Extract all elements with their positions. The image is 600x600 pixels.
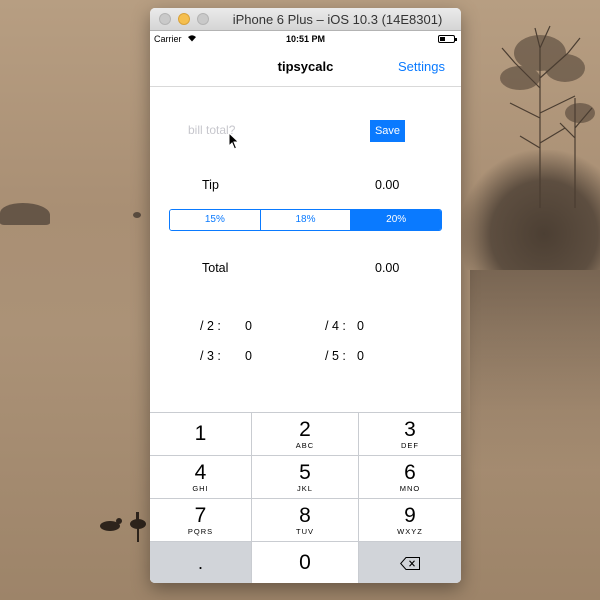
background-ducks (100, 512, 146, 542)
mouse-pointer-icon (228, 132, 240, 150)
key-9[interactable]: 9 WXYZ (359, 499, 461, 541)
number-keypad: 1 2 ABC 3 DEF 4 GHI 5 JKL 6 MNO 7 PQRS 8… (150, 412, 461, 583)
split-by-5-label: / 5 : (325, 349, 346, 363)
navigation-bar: tipsycalc Settings (150, 47, 461, 87)
key-1[interactable]: 1 (150, 413, 251, 455)
tip-option-18[interactable]: 18% (259, 210, 351, 230)
status-bar: Carrier 10:51 PM (150, 31, 461, 47)
split-by-4-label: / 4 : (325, 319, 346, 333)
battery-icon (438, 35, 457, 43)
bill-total-input[interactable] (188, 119, 338, 141)
split-by-2-label: / 2 : (200, 319, 221, 333)
calculator-content: Save Tip 0.00 15% 18% 20% Total 0.00 / 2… (150, 87, 461, 420)
split-by-3-value: 0 (245, 349, 252, 363)
key-3[interactable]: 3 DEF (359, 413, 461, 455)
total-amount: 0.00 (375, 261, 400, 275)
window-title: iPhone 6 Plus – iOS 10.3 (14E8301) (232, 12, 443, 27)
split-by-4-value: 0 (357, 319, 364, 333)
background-rock (0, 203, 50, 225)
key-6[interactable]: 6 MNO (359, 456, 461, 498)
tip-option-20[interactable]: 20% (350, 210, 441, 230)
tip-percentage-control[interactable]: 15% 18% 20% (169, 209, 442, 231)
settings-button[interactable]: Settings (398, 59, 445, 74)
window-titlebar[interactable]: iPhone 6 Plus – iOS 10.3 (14E8301) (150, 8, 461, 31)
background-trees (500, 25, 595, 208)
split-by-5-value: 0 (357, 349, 364, 363)
minimize-window-button[interactable] (178, 13, 190, 25)
close-window-button[interactable] (159, 13, 171, 25)
background-rock-small (133, 212, 141, 218)
key-delete[interactable] (359, 542, 461, 583)
zoom-window-button[interactable] (197, 13, 209, 25)
background-reflection (470, 270, 600, 470)
split-by-3-label: / 3 : (200, 349, 221, 363)
key-0[interactable]: 0 (252, 542, 358, 583)
key-decimal[interactable]: . (150, 542, 251, 583)
split-by-2-value: 0 (245, 319, 252, 333)
backspace-icon (400, 557, 420, 570)
key-2[interactable]: 2 ABC (252, 413, 358, 455)
key-4[interactable]: 4 GHI (150, 456, 251, 498)
key-8[interactable]: 8 TUV (252, 499, 358, 541)
save-button[interactable]: Save (370, 120, 405, 142)
tip-label: Tip (202, 178, 219, 192)
key-7[interactable]: 7 PQRS (150, 499, 251, 541)
tip-amount: 0.00 (375, 178, 400, 192)
total-label: Total (202, 261, 229, 275)
simulator-window: iPhone 6 Plus – iOS 10.3 (14E8301) Carri… (150, 8, 461, 583)
key-5[interactable]: 5 JKL (252, 456, 358, 498)
phone-screen: Carrier 10:51 PM tipsycalc Settings Save… (150, 31, 461, 583)
tip-option-15[interactable]: 15% (170, 210, 260, 230)
status-time: 10:51 PM (285, 34, 326, 44)
